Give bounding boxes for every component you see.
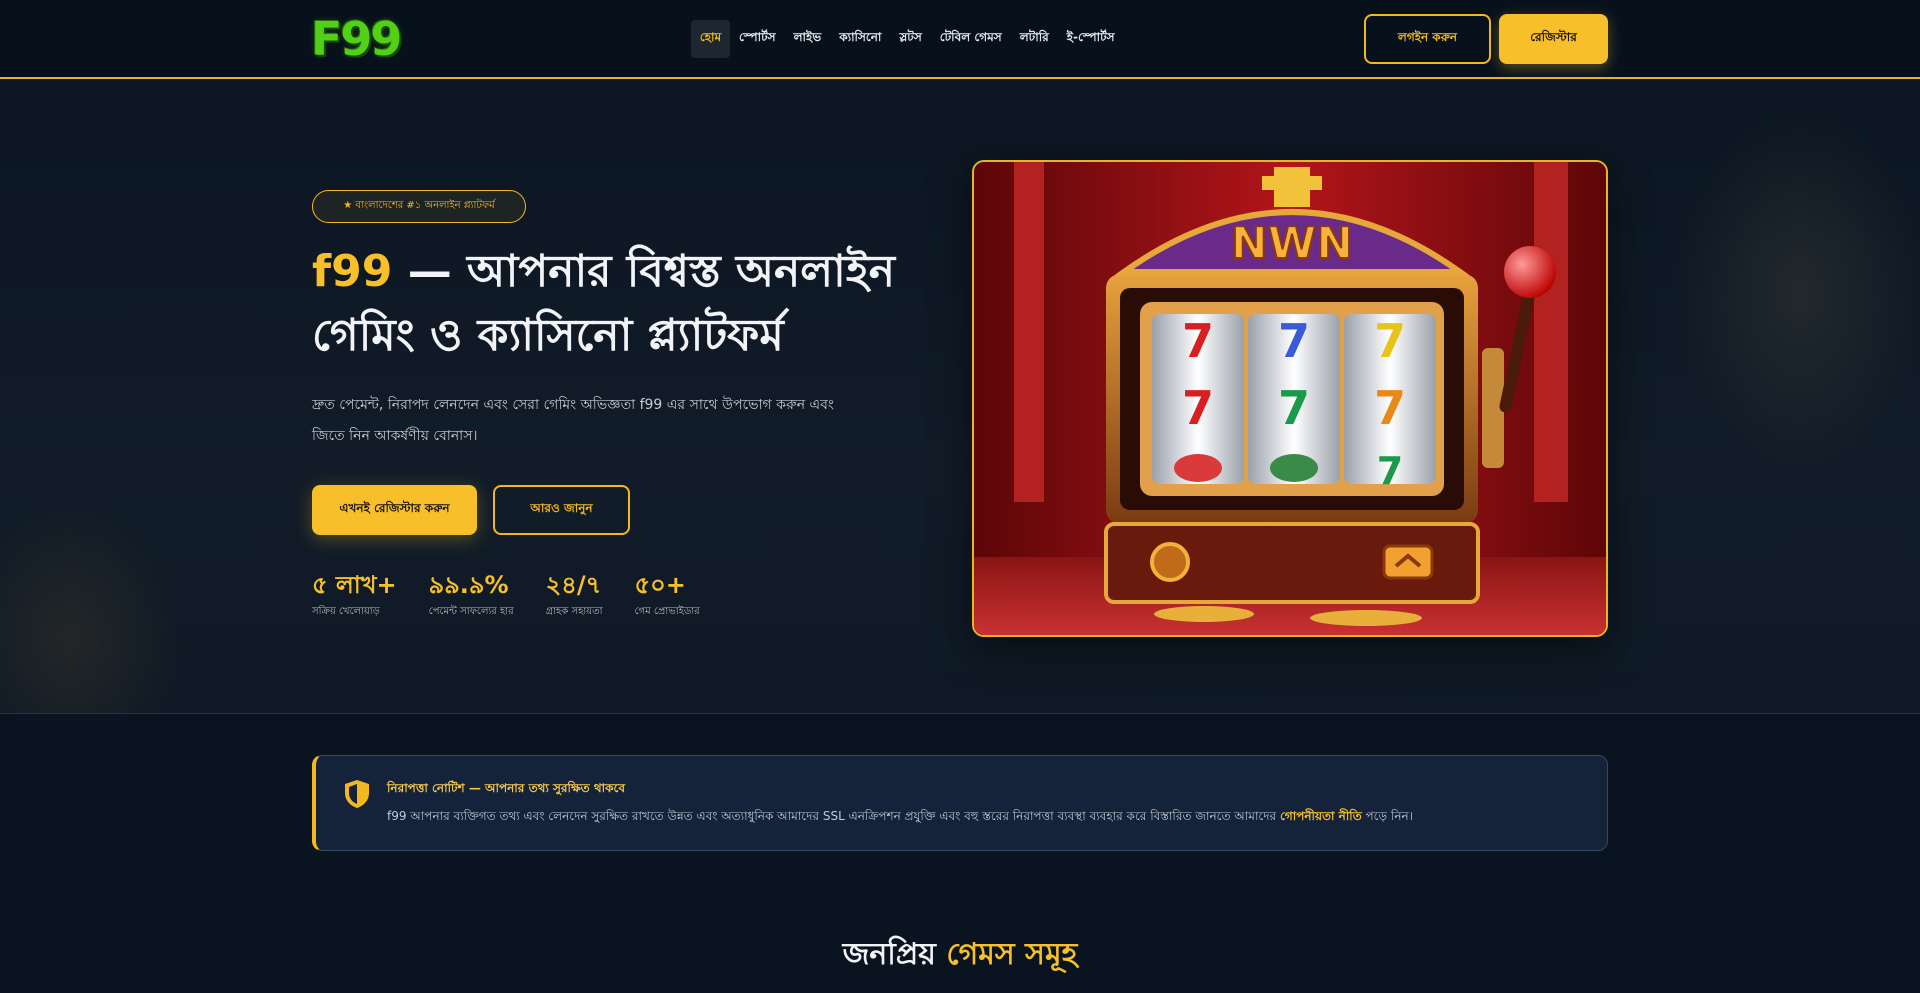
login-button[interactable]: লগইন করুন (1364, 14, 1491, 64)
svg-text:7: 7 (1278, 314, 1310, 368)
section-title-accent: গেমস সমূহ (946, 937, 1078, 972)
hero-section (0, 79, 1920, 714)
slot-sign-text: NWN (1231, 218, 1353, 269)
site-header: F99 হোম স্পোর্টস লাইভ ক্যাসিনো স্লটস টেব… (0, 0, 1920, 79)
hero-title-text: — আপনার বিশ্বস্ত অনলাইন গেমিং ও ক্যাসিনো… (312, 246, 895, 361)
hero-stats: ৫ লাখ+ সক্রিয় খেলোয়াড় ৯৯.৯% পেমেন্ট স… (312, 568, 732, 621)
stat-players: ৫ লাখ+ সক্রিয় খেলোয়াড় (312, 568, 397, 621)
notice-title: নিরাপত্তা নোটিশ — আপনার তথ্য সুরক্ষিত থা… (387, 781, 626, 795)
stat-value: ২৪/৭ (545, 571, 602, 599)
nav-item-lottery[interactable]: লটারি (1011, 20, 1058, 58)
nav-item-live[interactable]: লাইভ (785, 20, 831, 58)
stat-value: ৫ লাখ+ (312, 571, 397, 599)
nav-item-home[interactable]: হোম (691, 20, 730, 58)
slot-machine-illustration: NWN 7 7 7 7 7 7 7 (974, 162, 1606, 635)
svg-text:7: 7 (1182, 314, 1214, 368)
nav-item-casino[interactable]: ক্যাসিনো (830, 20, 890, 58)
stat-payment-rate: ৯৯.৯% পেমেন্ট সাফল্যের হার (429, 568, 514, 621)
hero-description: দ্রুত পেমেন্ট, নিরাপদ লেনদেন এবং সেরা গে… (312, 397, 834, 444)
svg-text:7: 7 (1278, 381, 1310, 435)
nav-item-sports[interactable]: স্পোর্টস (730, 20, 785, 58)
register-now-button[interactable]: এখনই রেজিস্টার করুন (312, 485, 477, 535)
privacy-policy-link[interactable]: গোপনীয়তা নীতি (1280, 809, 1362, 823)
site-logo[interactable]: F99 (311, 14, 402, 64)
notice-text: f99 আপনার ব্যক্তিগত তথ্য এবং লেনদেন সুরক… (387, 808, 1413, 828)
notice-text-body: f99 আপনার ব্যক্তিগত তথ্য এবং লেনদেন সুরক… (387, 809, 1277, 823)
svg-text:7: 7 (1377, 449, 1403, 493)
stat-label: গেম প্রোভাইডার (634, 606, 700, 617)
slot-machine-image: NWN 7 7 7 7 7 7 7 (972, 160, 1608, 637)
stat-providers: ৫০+ গেম প্রোভাইডার (635, 568, 700, 621)
stat-label: পেমেন্ট সাফল্যের হার (428, 606, 514, 617)
shield-icon (345, 780, 369, 808)
hero-title-brand: f99 (312, 246, 393, 297)
svg-text:7: 7 (1374, 314, 1406, 368)
stat-label: গ্রাহক সহায়তা (545, 606, 603, 617)
learn-more-button[interactable]: আরও জানুন (493, 485, 630, 535)
section-title-plain: জনপ্রিয় (842, 937, 936, 972)
popular-games-heading: জনপ্রিয় গেমস সমূহ (0, 930, 1920, 981)
svg-text:7: 7 (1374, 381, 1406, 435)
stat-support: ২৪/৭ গ্রাহক সহায়তা (546, 568, 603, 621)
stat-value: ৫০+ (634, 571, 686, 599)
nav-item-slots[interactable]: স্লটস (890, 20, 930, 58)
nav-item-table-games[interactable]: টেবিল গেমস (931, 20, 1011, 58)
svg-text:7: 7 (1182, 381, 1214, 435)
stat-label: সক্রিয় খেলোয়াড় (312, 606, 380, 617)
hero-badge: ★ বাংলাদেশের #১ অনলাইন প্ল্যাটফর্ম (312, 190, 526, 223)
notice-text-end: পড়ে নিন। (1365, 809, 1413, 823)
hero-title: f99 — আপনার বিশ্বস্ত অনলাইন গেমিং ও ক্যা… (312, 240, 912, 368)
main-nav: হোম স্পোর্টস লাইভ ক্যাসিনো স্লটস টেবিল গ… (691, 20, 1124, 58)
nav-item-esports[interactable]: ই-স্পোর্টস (1058, 20, 1124, 58)
stat-value: ৯৯.৯% (428, 571, 509, 599)
security-notice: নিরাপত্তা নোটিশ — আপনার তথ্য সুরক্ষিত থা… (312, 755, 1608, 851)
register-button[interactable]: রেজিস্টার (1499, 14, 1608, 64)
